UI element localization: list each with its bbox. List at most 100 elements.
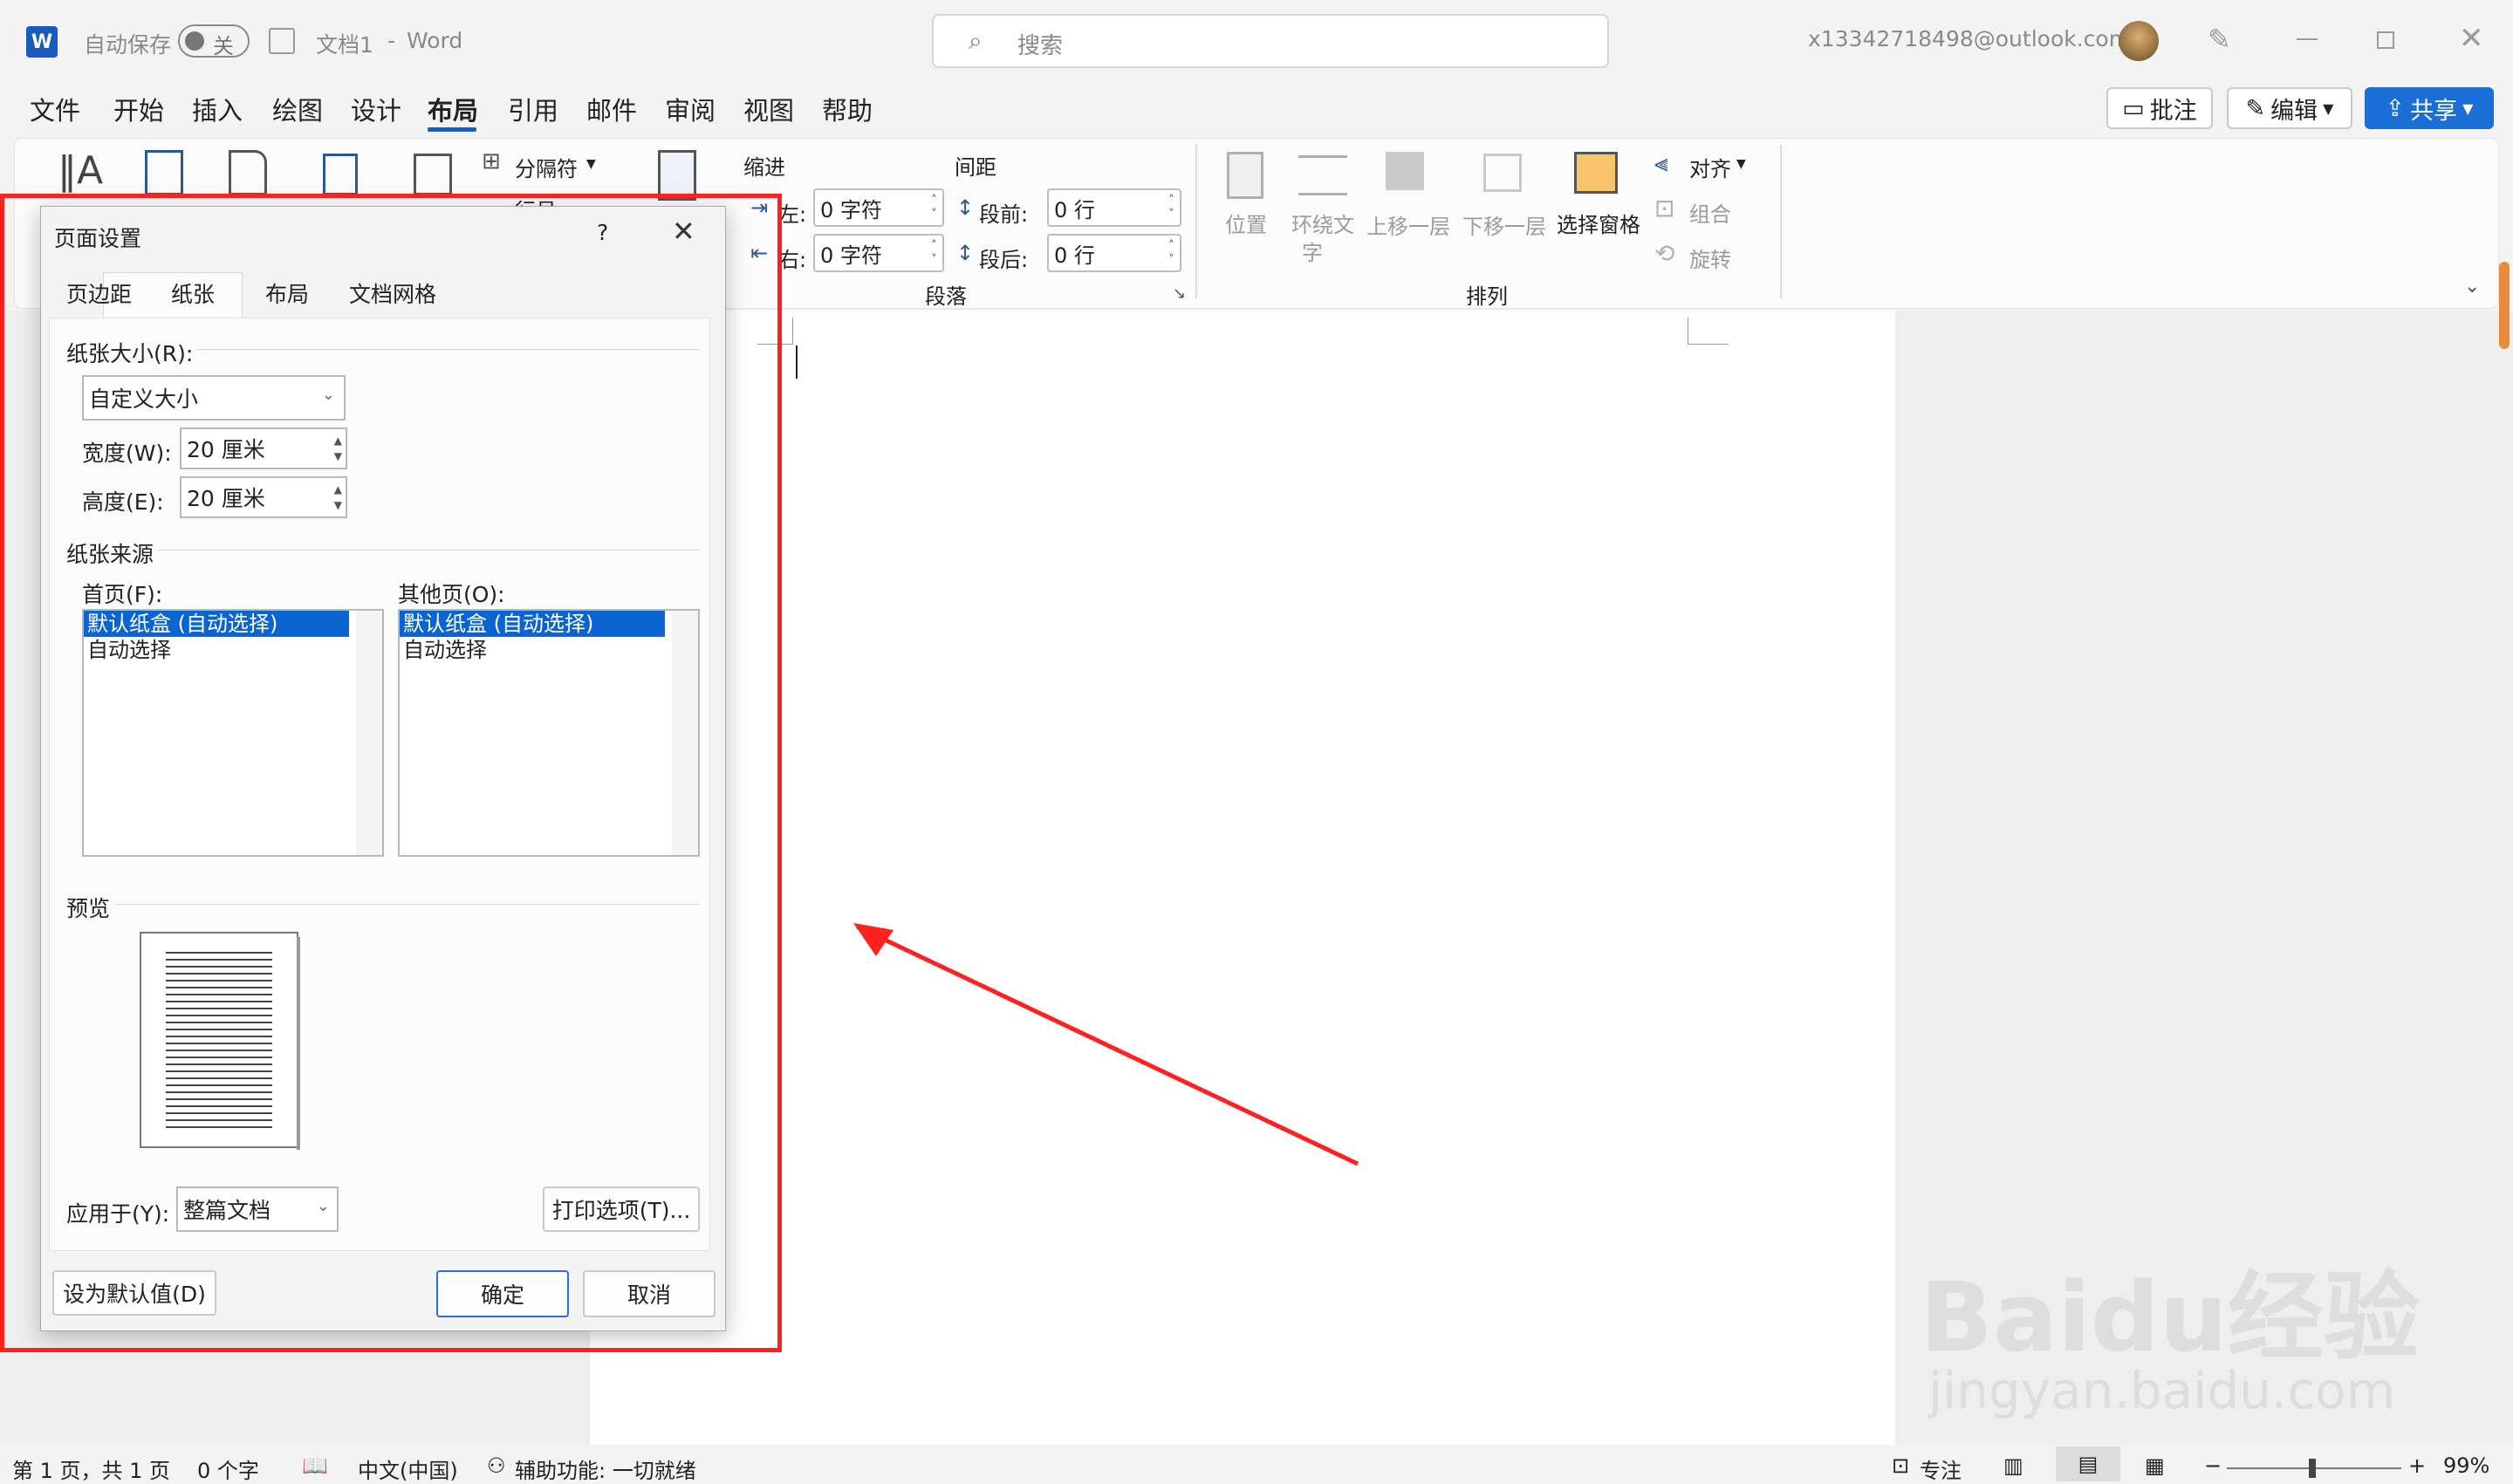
spinner-icon[interactable]: ˄ ˅: [1168, 239, 1174, 267]
search-placeholder: 搜索: [1017, 33, 1064, 59]
group-button[interactable]: 组合: [1689, 197, 1731, 228]
indent-right-input[interactable]: 0 字符 ˄ ˅: [813, 234, 944, 272]
avatar[interactable]: [2119, 21, 2159, 61]
web-layout-icon[interactable]: ▦: [2145, 1453, 2165, 1478]
menu-file[interactable]: 文件: [30, 91, 80, 127]
title-separator: -: [387, 28, 396, 53]
arrange-group-label: 排列: [1466, 284, 1508, 309]
orientation-icon[interactable]: [229, 150, 267, 195]
rotate-button[interactable]: 旋转: [1689, 243, 1731, 273]
document-page[interactable]: [590, 311, 1895, 1445]
zoom-in-icon[interactable]: +: [2408, 1453, 2426, 1478]
focus-button[interactable]: 专注: [1920, 1453, 1962, 1484]
autosave-label: 自动保存: [84, 32, 172, 58]
breaks-button[interactable]: 分隔符: [515, 152, 578, 182]
share-button[interactable]: ⇪ 共享 ▼: [2365, 87, 2494, 129]
word-logo-icon: W: [26, 26, 58, 58]
spinner-icon[interactable]: ˄ ˅: [1168, 194, 1174, 222]
align-button[interactable]: 对齐: [1689, 152, 1731, 182]
space-after-icon: ↕: [956, 241, 975, 265]
zoom-slider-thumb[interactable]: [2309, 1459, 2316, 1478]
menu-help[interactable]: 帮助: [822, 91, 873, 127]
send-backward-icon[interactable]: [1483, 154, 1522, 192]
columns-icon[interactable]: [414, 154, 452, 195]
page-info[interactable]: 第 1 页，共 1 页: [12, 1453, 170, 1484]
annotation-arrow: [853, 923, 1359, 1166]
baidu-watermark-url: jingyan.baidu.com: [1928, 1361, 2396, 1420]
minimize-icon[interactable]: [2297, 38, 2318, 40]
autosave-toggle-label: 关: [213, 34, 234, 58]
collapse-ribbon-icon[interactable]: ⌄: [2464, 276, 2480, 297]
menu-references[interactable]: 引用: [508, 91, 558, 127]
position-icon[interactable]: [1227, 152, 1263, 199]
close-icon[interactable]: ✕: [2459, 21, 2484, 56]
search-icon: ⌕: [969, 26, 983, 55]
comment-icon: ▭: [2122, 94, 2145, 122]
bring-forward-button[interactable]: 上移一层: [1366, 209, 1450, 240]
menu-active-indicator: [428, 127, 476, 132]
word-count[interactable]: 0 个字: [197, 1453, 259, 1484]
search-input[interactable]: ⌕ 搜索: [932, 14, 1609, 68]
print-layout-icon[interactable]: ▤: [2056, 1446, 2120, 1481]
space-before-input[interactable]: 0 行 ˄ ˅: [1047, 188, 1181, 227]
menu-mailings[interactable]: 邮件: [586, 91, 637, 127]
comment-button[interactable]: ▭ 批注: [2106, 87, 2213, 129]
menu-insert[interactable]: 插入: [192, 91, 243, 127]
zoom-level[interactable]: 99%: [2443, 1453, 2489, 1478]
chevron-down-icon: ▼: [2323, 99, 2334, 117]
space-before-label: 段前:: [979, 202, 1029, 227]
selection-pane-icon[interactable]: [1574, 152, 1618, 194]
pen-icon[interactable]: ✎: [2208, 23, 2231, 56]
accessibility-icon: ⚇: [487, 1453, 506, 1478]
pencil-icon: ✎: [2245, 94, 2266, 122]
spinner-icon[interactable]: ˄ ˅: [931, 239, 937, 267]
align-icon: ⫷: [1654, 148, 1668, 177]
space-before-icon: ↕: [956, 195, 975, 220]
send-backward-button[interactable]: 下移一层: [1462, 209, 1546, 240]
text-direction-icon[interactable]: ‖A: [58, 148, 103, 193]
indent-left-label: 左:: [778, 202, 807, 227]
dialog-launcher-icon[interactable]: ↘: [1173, 284, 1186, 303]
focus-icon: ⊡: [1892, 1453, 1910, 1478]
bring-forward-icon[interactable]: [1386, 152, 1424, 190]
spinner-icon[interactable]: ˄ ˅: [931, 194, 937, 222]
indent-header: 缩进: [743, 155, 785, 180]
zoom-out-icon[interactable]: −: [2204, 1453, 2222, 1478]
language[interactable]: 中文(中国): [358, 1453, 458, 1484]
margins-icon[interactable]: [145, 150, 183, 195]
chevron-down-icon: ▼: [2462, 99, 2474, 117]
baidu-watermark-logo: Baidu经验: [1920, 1262, 2420, 1373]
proofing-icon[interactable]: 📖: [302, 1453, 328, 1478]
indent-right-label: 右:: [778, 248, 807, 272]
menu-view[interactable]: 视图: [743, 91, 794, 127]
document-name: 文档1: [316, 32, 373, 58]
position-button[interactable]: 位置: [1225, 208, 1267, 238]
group-icon: ⊡: [1654, 194, 1675, 222]
wrap-text-button-line1[interactable]: 环绕文: [1291, 208, 1354, 238]
edit-button[interactable]: ✎ 编辑 ▼: [2227, 87, 2352, 129]
chevron-down-icon: ▼: [586, 157, 596, 171]
menu-layout[interactable]: 布局: [428, 91, 478, 127]
wrap-text-icon[interactable]: [1298, 155, 1347, 195]
menu-draw[interactable]: 绘图: [272, 91, 323, 127]
accessibility-status[interactable]: 辅助功能: 一切就绪: [515, 1453, 696, 1484]
size-icon[interactable]: [323, 154, 358, 195]
page-corner-mark: [1688, 318, 1729, 345]
vertical-scrollbar[interactable]: [2499, 262, 2510, 349]
spacing-header: 间距: [955, 155, 996, 180]
space-after-input[interactable]: 0 行 ˄ ˅: [1047, 234, 1181, 272]
account-email[interactable]: x13342718498@outlook.com: [1808, 26, 2130, 51]
annotation-highlight-box: [0, 194, 782, 1352]
save-icon[interactable]: [269, 28, 295, 54]
menu-review[interactable]: 审阅: [665, 91, 716, 127]
breaks-icon: ⊞: [482, 148, 501, 174]
autosave-toggle[interactable]: 关: [178, 24, 250, 58]
indent-left-input[interactable]: 0 字符 ˄ ˅: [813, 188, 944, 227]
restore-icon[interactable]: [2377, 31, 2394, 49]
ribbon-separator: [1195, 145, 1197, 298]
selection-pane-button[interactable]: 选择窗格: [1557, 208, 1640, 238]
wrap-text-button-line2[interactable]: 字: [1302, 236, 1323, 266]
read-mode-icon[interactable]: ▥: [2003, 1453, 2023, 1478]
menu-home[interactable]: 开始: [113, 91, 164, 127]
menu-design[interactable]: 设计: [351, 91, 401, 127]
